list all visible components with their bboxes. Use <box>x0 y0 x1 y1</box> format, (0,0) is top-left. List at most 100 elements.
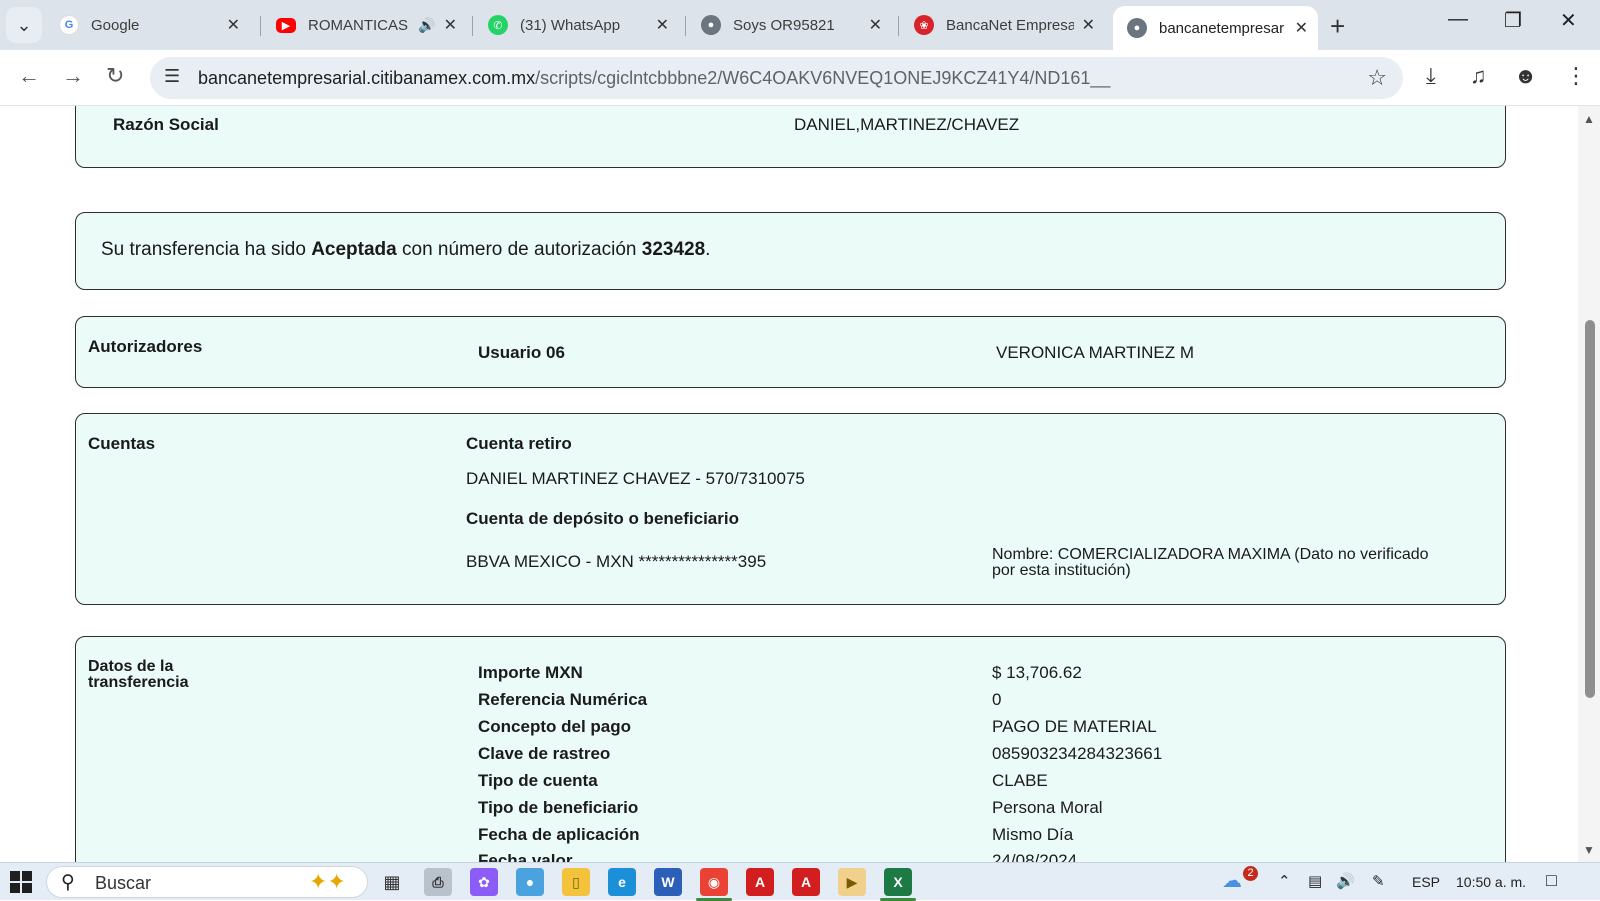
close-tab-icon[interactable]: ✕ <box>1295 18 1308 38</box>
speaker-icon[interactable]: 🔊 <box>418 17 435 34</box>
tab-bancanet-active[interactable]: ● bancanetempresar ✕ <box>1113 6 1318 50</box>
whatsapp-icon: ✆ <box>488 15 508 35</box>
forward-button[interactable]: → <box>62 63 84 89</box>
tab-separator <box>472 16 473 36</box>
new-tab-button[interactable]: + <box>1330 11 1345 42</box>
pen-icon[interactable]: ✎ <box>1372 872 1385 890</box>
google-g-icon: G <box>59 15 79 35</box>
autorizador-name: VERONICA MARTINEZ M <box>996 343 1195 362</box>
tipo-beneficiario-label: Tipo de beneficiario <box>478 798 639 817</box>
cuentas-card: Cuentas Cuenta retiro DANIEL MARTINEZ CH… <box>75 413 1506 605</box>
transfer-status: Aceptada <box>311 239 397 260</box>
copilot-app-icon[interactable]: ✿ <box>470 868 498 896</box>
network-icon[interactable]: ▤ <box>1308 872 1322 890</box>
notifications-icon[interactable]: □ <box>1546 870 1557 891</box>
tab-soys[interactable]: ● Soys OR95821 ✕ <box>687 8 892 42</box>
minimize-button[interactable]: — <box>1448 8 1468 31</box>
tipo-cuenta-label: Tipo de cuenta <box>478 771 598 790</box>
datos-transferencia-card: Datos de la transferencia Importe MXN $ 1… <box>75 636 1506 862</box>
autorizadores-card: Autorizadores Usuario 06 VERONICA MARTIN… <box>75 316 1506 388</box>
file-explorer-icon[interactable]: ▯ <box>562 868 590 896</box>
scroll-up-arrow-icon[interactable]: ▲ <box>1583 112 1595 126</box>
chrome-canary-icon[interactable]: ● <box>516 868 544 896</box>
close-tab-icon[interactable]: ✕ <box>656 15 669 35</box>
tab-whatsapp[interactable]: ✆ (31) WhatsApp ✕ <box>474 8 679 42</box>
windows-taskbar: ⚲ Buscar ✦✦ ▦ ⎙ ✿ ● ▯ e W ◉ A A ▶ X ☁ 2 … <box>0 862 1600 901</box>
chrome-browser-icon[interactable]: ◉ <box>696 868 732 901</box>
language-indicator[interactable]: ESP <box>1412 874 1440 890</box>
page-scrollbar[interactable]: ▲ ▼ <box>1578 106 1600 862</box>
close-window-button[interactable]: ✕ <box>1560 8 1577 33</box>
reload-button[interactable]: ↻ <box>106 63 124 89</box>
url-text[interactable]: bancanetempresarial.citibanamex.com.mx/s… <box>198 68 1338 89</box>
tab-separator <box>898 16 899 36</box>
browser-tab-strip: ⌄ G Google ✕ ▶ ROMANTICAS ' 🔊 ✕ ✆ (31) W… <box>0 0 1600 50</box>
tab-google[interactable]: G Google ✕ <box>45 8 250 42</box>
taskbar-search-box[interactable]: ⚲ Buscar ✦✦ <box>46 866 368 898</box>
globe-icon: ● <box>701 15 721 35</box>
scroll-down-arrow-icon[interactable]: ▼ <box>1583 843 1595 857</box>
site-settings-icon[interactable]: ☰ <box>164 66 180 87</box>
tab-search-button[interactable]: ⌄ <box>6 7 42 43</box>
cuentas-label: Cuentas <box>88 434 156 453</box>
cuenta-retiro-label: Cuenta retiro <box>466 434 572 453</box>
task-view-icon[interactable]: ▦ <box>378 868 406 896</box>
concepto-label: Concepto del pago <box>478 717 631 736</box>
address-bar[interactable]: ☰ bancanetempresarial.citibanamex.com.mx… <box>150 57 1403 99</box>
acrobat-icon[interactable]: A <box>746 868 774 896</box>
clock[interactable]: 10:50 a. m. <box>1456 874 1526 890</box>
web-page-content: Razón Social DANIEL,MARTINEZ/CHAVEZ Su t… <box>0 106 1578 862</box>
globe-icon: ● <box>1127 18 1147 38</box>
restore-button[interactable]: ❐ <box>1504 8 1522 33</box>
browser-toolbar: ← → ↻ ☰ bancanetempresarial.citibanamex.… <box>0 50 1600 106</box>
copilot-sparkle-icon: ✦✦ <box>309 869 346 894</box>
razon-social-value: DANIEL,MARTINEZ/CHAVEZ <box>794 115 1020 134</box>
razon-social-card: Razón Social DANIEL,MARTINEZ/CHAVEZ <box>75 106 1506 168</box>
close-tab-icon[interactable]: ✕ <box>869 15 882 35</box>
citibanamex-flower-icon: ❀ <box>914 15 934 35</box>
beneficiario-nombre: Nombre: COMERCIALIZADORA MAXIMA (Dato no… <box>992 546 1429 579</box>
excel-app-icon[interactable]: X <box>880 868 916 901</box>
downloads-icon[interactable]: ⤓ <box>1426 63 1436 89</box>
media-control-icon[interactable]: ♫ <box>1470 63 1487 89</box>
fecha-aplicacion-label: Fecha de aplicación <box>478 825 640 844</box>
tipo-cuenta-value: CLABE <box>992 771 1048 790</box>
media-player-icon[interactable]: ▶ <box>838 868 866 896</box>
importe-value: $ 13,706.62 <box>992 663 1082 682</box>
tab-romanticas[interactable]: ▶ ROMANTICAS ' 🔊 ✕ <box>262 8 467 42</box>
clave-rastreo-label: Clave de rastreo <box>478 744 611 763</box>
clave-rastreo-value: 085903234284323661 <box>992 744 1163 763</box>
notification-badge: 2 <box>1243 866 1258 881</box>
autorizadores-label: Autorizadores <box>88 337 203 356</box>
scrollbar-thumb[interactable] <box>1585 320 1595 698</box>
cuenta-retiro-value: DANIEL MARTINEZ CHAVEZ - 570/7310075 <box>466 469 805 488</box>
cuenta-deposito-value: BBVA MEXICO - MXN ***************395 <box>466 552 767 571</box>
windows-start-button[interactable] <box>10 871 32 893</box>
datos-transferencia-label: Datos de la transferencia <box>88 658 189 691</box>
close-tab-icon[interactable]: ✕ <box>227 15 240 35</box>
arrow-left-icon: ← <box>18 63 40 88</box>
word-app-icon[interactable]: W <box>654 868 682 896</box>
confirmation-message: Su transferencia ha sido Aceptada con nú… <box>101 239 711 260</box>
menu-kebab-icon[interactable]: ⋮ <box>1565 63 1587 89</box>
fecha-aplicacion-value: Mismo Día <box>992 825 1074 844</box>
edge-browser-icon[interactable]: e <box>608 868 636 896</box>
close-tab-icon[interactable]: ✕ <box>1082 15 1095 35</box>
close-tab-icon[interactable]: ✕ <box>444 15 457 35</box>
volume-icon[interactable]: 🔊 <box>1336 872 1355 890</box>
acrobat-reader-icon[interactable]: A <box>792 868 820 896</box>
arrow-right-icon: → <box>62 63 84 88</box>
search-icon: ⚲ <box>61 872 75 893</box>
widgets-printer-icon[interactable]: ⎙ <box>424 868 452 896</box>
bookmark-star-icon[interactable]: ☆ <box>1367 65 1387 91</box>
referencia-label: Referencia Numérica <box>478 690 648 709</box>
profile-icon[interactable]: ☻ <box>1514 63 1537 89</box>
tab-separator <box>685 16 686 36</box>
razon-social-label: Razón Social <box>113 115 219 134</box>
weather-cloud-icon[interactable]: ☁ <box>1222 868 1242 893</box>
show-hidden-icons-chevron-icon[interactable]: ⌃ <box>1278 872 1291 890</box>
tab-separator <box>260 16 261 36</box>
fecha-valor-value: 24/08/2024 <box>992 851 1078 862</box>
back-button[interactable]: ← <box>18 63 40 89</box>
tab-bancanet-empresarial[interactable]: ❀ BancaNet Empresa ✕ <box>900 8 1105 42</box>
